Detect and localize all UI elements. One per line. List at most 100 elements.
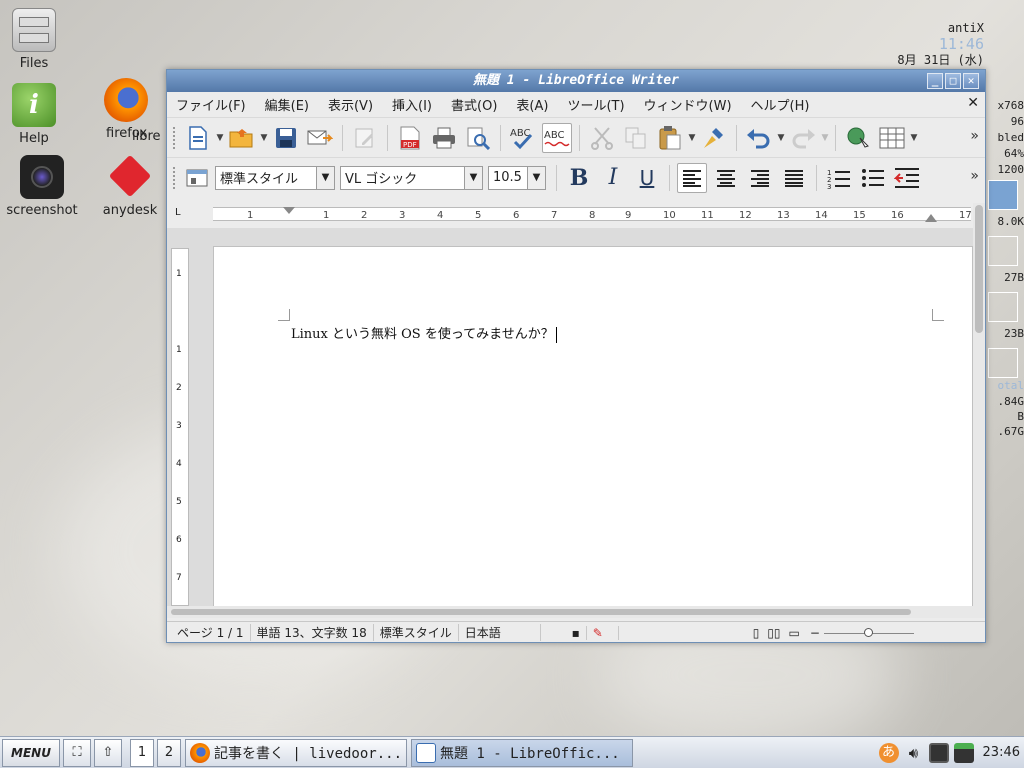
page-style[interactable]: 標準スタイル [374, 624, 459, 641]
align-left-icon[interactable] [677, 162, 707, 193]
multi-page-view-icon[interactable]: ▯▯ [763, 626, 784, 640]
workspace-2[interactable]: 2 [157, 738, 181, 767]
chevron-down-icon[interactable]: ▼ [909, 133, 919, 143]
autospellcheck-icon[interactable]: ABC [542, 122, 572, 153]
print-preview-icon[interactable] [463, 123, 493, 153]
chevron-down-icon[interactable]: ▼ [527, 166, 545, 189]
window-titlebar[interactable]: 無題 1 - LibreOffice Writer _ □ ✕ [167, 70, 985, 92]
menu-edit[interactable]: 編集(E) [262, 93, 312, 116]
insert-mode-icon[interactable]: ▪ [541, 625, 587, 640]
copy-icon[interactable] [621, 123, 651, 153]
document-modified-icon[interactable]: ✎ [587, 625, 619, 640]
show-desktop-icon[interactable]: ⛶ [63, 738, 91, 767]
cut-icon[interactable] [587, 123, 617, 153]
email-icon[interactable] [305, 123, 335, 153]
indent-marker[interactable] [283, 207, 295, 221]
decrease-indent-icon[interactable] [892, 163, 922, 193]
desktop-icon-anydesk[interactable]: anydesk [90, 154, 170, 218]
align-right-icon[interactable] [745, 163, 775, 193]
print-icon[interactable] [429, 123, 459, 153]
task-libreoffice-writer[interactable]: 無題 1 - LibreOffic... [411, 738, 633, 767]
toolbar-overflow-button[interactable]: » [970, 168, 979, 184]
align-center-icon[interactable] [711, 163, 741, 193]
italic-button[interactable]: I [598, 163, 628, 193]
align-justify-icon[interactable] [779, 163, 809, 193]
menu-view[interactable]: 表示(V) [325, 93, 376, 116]
open-folder-icon[interactable] [227, 123, 257, 153]
toolbar-overflow-button[interactable]: » [970, 128, 979, 144]
scrollbar-thumb[interactable] [975, 205, 983, 333]
chevron-down-icon[interactable]: ▼ [215, 133, 225, 143]
chevron-down-icon[interactable]: ▼ [316, 166, 334, 189]
horizontal-scrollbar[interactable] [167, 606, 985, 618]
menu-file[interactable]: ファイル(F) [173, 93, 249, 116]
menu-insert[interactable]: 挿入(I) [389, 93, 435, 116]
numbered-list-icon[interactable]: 123 [824, 163, 854, 193]
clock[interactable]: 23:46 [979, 745, 1020, 760]
launcher-icon[interactable]: ⇧ [94, 738, 122, 767]
styles-window-icon[interactable] [183, 163, 213, 193]
tab-stop-type-icon[interactable]: L [175, 207, 181, 218]
network-icon[interactable] [928, 742, 949, 763]
toolbar-grip[interactable] [173, 166, 177, 189]
underline-button[interactable]: U [632, 163, 662, 193]
chevron-down-icon[interactable]: ▼ [259, 133, 269, 143]
menu-format[interactable]: 書式(O) [448, 93, 500, 116]
paragraph-style-select[interactable]: 標準スタイル ▼ [215, 165, 335, 190]
chevron-down-icon[interactable]: ▼ [776, 133, 786, 143]
minimize-button[interactable]: _ [927, 73, 943, 89]
toolbar-grip[interactable] [173, 126, 177, 149]
font-name-select[interactable]: VL ゴシック ▼ [340, 165, 483, 190]
spellcheck-icon[interactable]: ABC [508, 123, 538, 153]
right-indent-marker[interactable] [925, 212, 937, 222]
navigator-icon[interactable] [843, 123, 873, 153]
vertical-ruler[interactable]: 1 1 2 3 4 5 6 7 [171, 248, 189, 606]
paste-icon[interactable] [655, 123, 685, 153]
close-document-button[interactable]: ✕ [967, 95, 979, 111]
export-pdf-icon[interactable]: PDF [395, 123, 425, 153]
document-text[interactable]: Linux という無料 OS を使ってみませんか？ [291, 323, 557, 343]
zoom-out-button[interactable]: − [806, 626, 824, 640]
maximize-button[interactable]: □ [945, 73, 961, 89]
menu-window[interactable]: ウィンドウ(W) [641, 93, 735, 116]
bullet-list-icon[interactable] [858, 163, 888, 193]
book-view-icon[interactable]: ▭ [785, 626, 806, 640]
desktop-icon-help[interactable]: i Help [0, 83, 74, 146]
task-firefox[interactable]: 記事を書く | livedoor... [185, 738, 407, 767]
ime-indicator[interactable]: あ [878, 742, 899, 763]
document-canvas[interactable]: 1 1 2 3 4 5 6 7 Linux という無料 OS を使ってみませんか… [167, 228, 973, 606]
page-count[interactable]: ページ 1 / 1 [167, 624, 251, 641]
start-menu-button[interactable]: MENU [2, 738, 60, 767]
chevron-down-icon[interactable]: ▼ [464, 166, 482, 189]
chevron-down-icon[interactable]: ▼ [687, 133, 697, 143]
scrollbar-thumb[interactable] [171, 609, 911, 615]
workspace-1[interactable]: 1 [130, 738, 154, 767]
menu-table[interactable]: 表(A) [513, 93, 551, 116]
edit-mode-icon[interactable] [350, 123, 380, 153]
undo-icon[interactable] [744, 123, 774, 153]
close-window-button[interactable]: ✕ [963, 73, 979, 89]
horizontal-ruler[interactable]: L 1 1 2 3 4 5 6 7 8 9 10 11 12 13 14 15 … [167, 203, 985, 225]
font-size-select[interactable]: 10.5 ▼ [488, 165, 546, 190]
clone-formatting-icon[interactable] [699, 123, 729, 153]
chevron-down-icon[interactable]: ▼ [820, 133, 830, 143]
document-page[interactable]: Linux という無料 OS を使ってみませんか？ [213, 246, 973, 606]
word-count[interactable]: 単語 13、文字数 18 [251, 624, 374, 641]
bold-button[interactable]: B [564, 163, 594, 193]
volume-icon[interactable]: 🔊︎ [904, 743, 924, 763]
menu-help[interactable]: ヘルプ(H) [748, 93, 813, 116]
document-paragraph[interactable]: Linux という無料 OS を使ってみませんか？ [291, 327, 554, 342]
zoom-slider[interactable] [823, 627, 914, 639]
table-icon[interactable] [877, 123, 907, 153]
vertical-scrollbar[interactable] [973, 203, 985, 606]
zoom-slider-thumb[interactable] [863, 627, 873, 637]
desktop-icon-screenshot[interactable]: screenshot [2, 155, 82, 218]
battery-icon[interactable] [953, 742, 974, 763]
new-document-icon[interactable] [183, 123, 213, 153]
redo-icon[interactable] [788, 123, 818, 153]
desktop-icon-files[interactable]: Files [0, 8, 74, 71]
save-icon[interactable] [271, 123, 301, 153]
menu-tools[interactable]: ツール(T) [564, 93, 627, 116]
single-page-view-icon[interactable]: ▯ [749, 626, 764, 640]
language-status[interactable]: 日本語 [459, 624, 541, 641]
